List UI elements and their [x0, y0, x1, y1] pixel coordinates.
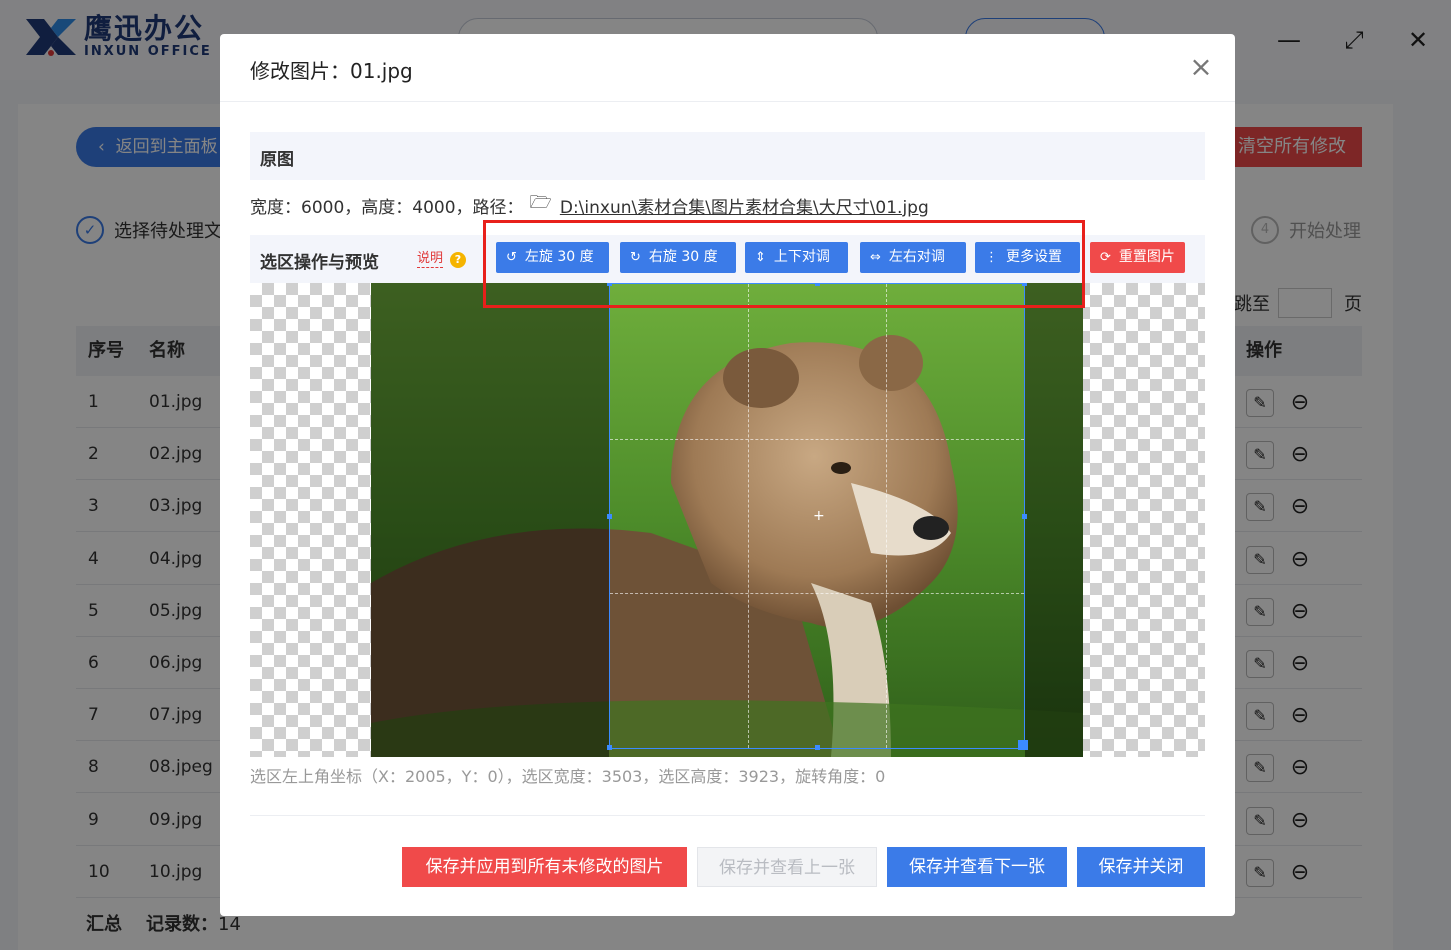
- reset-label: 重置图片: [1118, 249, 1175, 265]
- footer-divider: [250, 815, 1205, 816]
- section-title: 原图: [260, 150, 294, 170]
- crop-grid-line: [885, 284, 887, 748]
- crop-handle-se[interactable]: [1018, 740, 1028, 750]
- dialog-title: 修改图片：01.jpg: [250, 59, 413, 83]
- crop-selection-box[interactable]: +: [607, 283, 1028, 750]
- crop-grid-line: [610, 593, 1024, 595]
- crop-handle-sw[interactable]: [607, 745, 612, 750]
- crosshair-icon: +: [813, 508, 825, 524]
- edit-image-dialog: 修改图片：01.jpg × 原图 宽度：6000，高度：4000，路径： 🗁 D…: [220, 34, 1235, 916]
- dim-mask-right: [1025, 283, 1083, 757]
- folder-icon[interactable]: 🗁: [530, 190, 552, 220]
- image-path-link[interactable]: D:\inxun\素材合集\图片素材合集\大尺寸\01.jpg: [560, 193, 929, 218]
- save-and-close-button[interactable]: 保存并关闭: [1077, 847, 1205, 887]
- crop-grid-line: [610, 438, 1024, 440]
- image-preview-area[interactable]: +: [250, 283, 1205, 757]
- crop-handle-w[interactable]: [607, 514, 612, 519]
- question-icon[interactable]: ?: [450, 252, 466, 268]
- crop-grid-line: [747, 284, 749, 748]
- save-view-next-button[interactable]: 保存并查看下一张: [887, 847, 1067, 887]
- selection-coordinates-text: 选区左上角坐标（X：2005，Y：0），选区宽度：3503，选区高度：3923，…: [250, 767, 886, 786]
- image-dimensions: 宽度：6000，高度：4000，路径：: [250, 197, 524, 218]
- original-image-section: 原图: [250, 132, 1205, 180]
- dim-mask-left: [371, 283, 609, 757]
- help-link[interactable]: 说明: [417, 251, 444, 268]
- save-apply-all-button[interactable]: 保存并应用到所有未修改的图片: [402, 847, 687, 887]
- dialog-header: 修改图片：01.jpg ×: [220, 34, 1235, 102]
- crop-handle-e[interactable]: [1022, 514, 1027, 519]
- reset-image-button[interactable]: ⟳ 重置图片: [1090, 242, 1185, 273]
- save-view-prev-button[interactable]: 保存并查看上一张: [697, 847, 877, 887]
- refresh-icon: ⟳: [1100, 250, 1111, 265]
- crop-handle-s[interactable]: [815, 745, 820, 750]
- image-info: 宽度：6000，高度：4000，路径： 🗁 D:\inxun\素材合集\图片素材…: [250, 190, 929, 220]
- toolbar-highlight-box: [483, 220, 1085, 308]
- section-title: 选区操作与预览: [260, 253, 379, 273]
- dialog-close-icon[interactable]: ×: [1186, 52, 1216, 82]
